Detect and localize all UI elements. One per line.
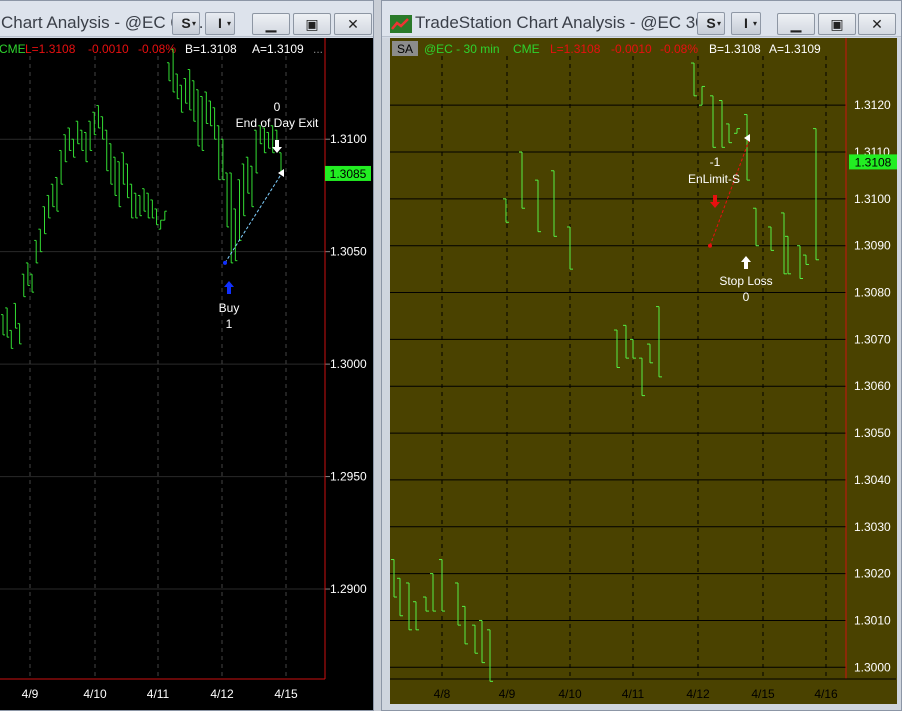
- entry-marker: [708, 243, 712, 248]
- price-tick-label: 1.3120: [854, 98, 891, 112]
- last-price-value: 1.3085: [330, 167, 367, 181]
- price-tick-label: 1.3000: [330, 357, 367, 371]
- buy-quantity: 1: [226, 317, 233, 331]
- price-tick-label: 1.3030: [854, 520, 891, 534]
- sa-badge-label: SA: [397, 42, 413, 56]
- entry-marker: [223, 260, 227, 265]
- right-chart-window[interactable]: TradeStation Chart Analysis - @EC 30... …: [381, 0, 902, 711]
- restore-icon: ▣: [830, 16, 844, 32]
- chevron-down-icon: ▾: [716, 19, 721, 28]
- left-restore-button[interactable]: ▣: [293, 13, 331, 35]
- price-tick-label: 1.3060: [854, 379, 891, 393]
- price-tick-label: 1.3100: [330, 132, 367, 146]
- left-chart-window[interactable]: Chart Analysis - @EC 60... S ▾ I ▾ ▁ ▣ ✕ C…: [0, 0, 374, 711]
- quote-percent: -0.08%: [660, 42, 698, 56]
- last-price-value: 1.3108: [855, 155, 892, 169]
- right-minimize-button[interactable]: ▁: [777, 13, 815, 35]
- price-tick-label: 1.3090: [854, 239, 891, 253]
- price-tick-label: 1.3040: [854, 473, 891, 487]
- date-tick-label: 4/10: [558, 687, 582, 701]
- left-close-button[interactable]: ✕: [334, 13, 372, 35]
- quote-bid: B=1.3108: [185, 42, 237, 56]
- date-tick-label: 4/9: [499, 687, 516, 701]
- quote-percent: -0.08%: [138, 42, 176, 56]
- date-tick-label: 4/15: [751, 687, 775, 701]
- left-indicators-button[interactable]: I ▾: [205, 12, 235, 35]
- tradestation-logo-icon: [390, 15, 412, 33]
- short-quantity: -1: [710, 155, 721, 169]
- date-tick-label: 4/8: [434, 687, 451, 701]
- close-icon: ✕: [871, 16, 883, 32]
- price-tick-label: 1.3020: [854, 567, 891, 581]
- quote-last: L=1.3108: [25, 42, 76, 56]
- price-tick-label: 1.3010: [854, 613, 891, 627]
- price-tick-label: 1.3070: [854, 332, 891, 346]
- quote-change: -0.0010: [611, 42, 652, 56]
- date-tick-label: 4/12: [210, 687, 234, 701]
- left-styles-button[interactable]: S ▾: [172, 12, 200, 35]
- left-chart-area[interactable]: CME L=1.3108 -0.0010 -0.08% B=1.3108 A=1.3109…: [0, 38, 373, 710]
- stop-quantity: 0: [743, 290, 750, 304]
- price-tick-label: 1.2900: [330, 582, 367, 596]
- date-tick-label: 4/10: [83, 687, 107, 701]
- left-styles-label: S: [181, 15, 191, 31]
- right-indicators-label: I: [744, 15, 748, 31]
- quote-last: L=1.3108: [550, 42, 601, 56]
- minimize-icon: ▁: [265, 16, 277, 32]
- buy-label: Buy: [219, 301, 240, 315]
- date-tick-label: 4/9: [22, 687, 39, 701]
- chevron-down-icon: ▾: [226, 19, 231, 28]
- quote-ask: A=1.3109: [252, 42, 304, 56]
- chevron-down-icon: ▾: [191, 19, 196, 28]
- exit-label: End of Day Exit: [236, 116, 319, 130]
- date-tick-label: 4/16: [814, 687, 838, 701]
- price-tick-label: 1.3050: [330, 245, 367, 259]
- right-styles-label: S: [706, 15, 716, 31]
- minimize-icon: ▁: [790, 16, 802, 32]
- quote-exchange: CME: [0, 42, 26, 56]
- quote-exchange: CME: [513, 42, 540, 56]
- date-tick-label: 4/11: [147, 687, 170, 701]
- right-close-button[interactable]: ✕: [858, 13, 896, 35]
- right-restore-button[interactable]: ▣: [818, 13, 856, 35]
- quote-bid: B=1.3108: [709, 42, 761, 56]
- chevron-down-icon: ▾: [752, 19, 757, 28]
- right-indicators-button[interactable]: I ▾: [731, 12, 761, 35]
- short-label: EnLimit-S: [688, 172, 740, 186]
- right-title-bar[interactable]: TradeStation Chart Analysis - @EC 30... …: [382, 1, 901, 37]
- right-chart-area[interactable]: SA @EC - 30 min CME L=1.3108 -0.0010 -0.08% B=…: [382, 38, 901, 710]
- quote-ask: A=1.3109: [769, 42, 821, 56]
- exit-quantity: 0: [274, 100, 281, 114]
- price-tick-label: 1.2950: [330, 470, 367, 484]
- left-minimize-button[interactable]: ▁: [252, 13, 290, 35]
- quote-symbol: @EC - 30 min: [424, 42, 500, 56]
- price-tick-label: 1.3000: [854, 660, 891, 674]
- right-price-chart[interactable]: SA @EC - 30 min CME L=1.3108 -0.0010 -0.08% B=…: [382, 38, 902, 711]
- restore-icon: ▣: [305, 16, 319, 32]
- left-title-bar[interactable]: Chart Analysis - @EC 60... S ▾ I ▾ ▁ ▣ ✕: [0, 1, 373, 37]
- date-tick-label: 4/11: [622, 687, 645, 701]
- price-tick-label: 1.3050: [854, 426, 891, 440]
- price-tick-label: 1.3080: [854, 286, 891, 300]
- right-styles-button[interactable]: S ▾: [697, 12, 725, 35]
- chart-background: [390, 38, 897, 704]
- date-tick-label: 4/15: [274, 687, 298, 701]
- left-indicators-label: I: [218, 15, 222, 31]
- close-icon: ✕: [347, 16, 359, 32]
- price-tick-label: 1.3100: [854, 192, 891, 206]
- quote-change: -0.0010: [88, 42, 129, 56]
- quote-more: ...: [313, 42, 323, 56]
- stop-label: Stop Loss: [719, 274, 772, 288]
- right-window-title: TradeStation Chart Analysis - @EC 30...: [415, 13, 719, 32]
- left-price-chart[interactable]: CME L=1.3108 -0.0010 -0.08% B=1.3108 A=1.3109…: [0, 38, 374, 711]
- date-tick-label: 4/12: [686, 687, 710, 701]
